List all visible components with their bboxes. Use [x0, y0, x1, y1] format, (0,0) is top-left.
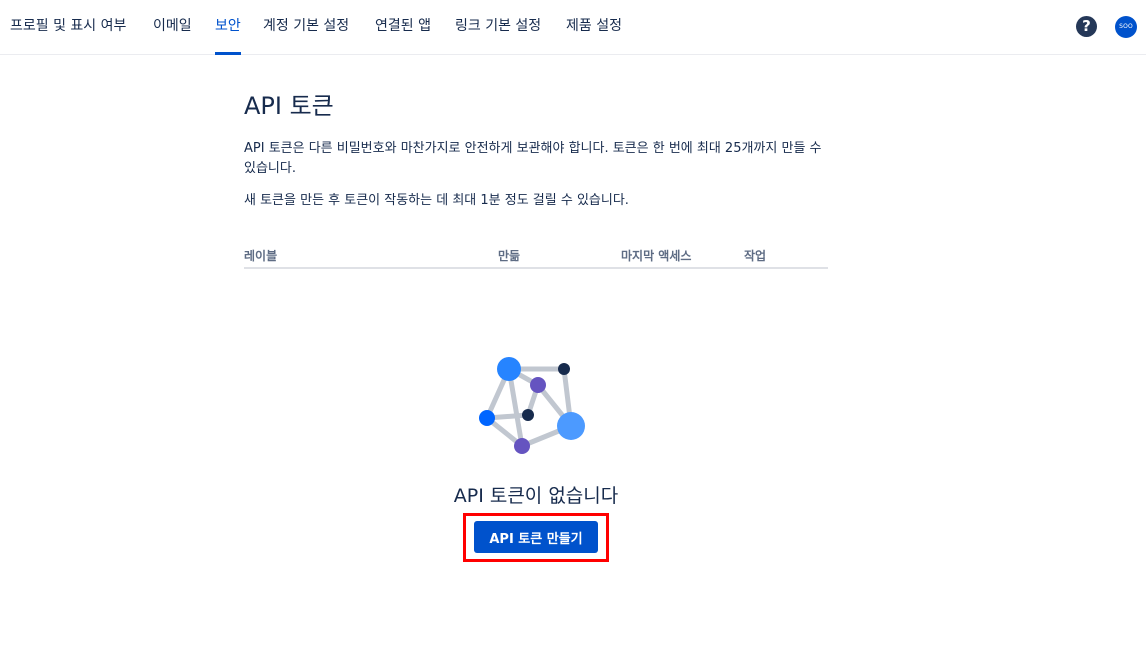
top-navigation: 프로필 및 표시 여부 이메일 보안 계정 기본 설정 연결된 앱 링크 기본 … [0, 0, 1146, 55]
node-purple [530, 377, 546, 393]
node-light-blue [557, 412, 585, 440]
node-blue [479, 410, 495, 426]
tokens-table-header: 레이블 만듦 마지막 액세스 작업 [244, 243, 828, 269]
tab-security[interactable]: 보안 [215, 0, 241, 55]
tab-account-preferences[interactable]: 계정 기본 설정 [263, 0, 349, 55]
node-dark-center [522, 409, 534, 421]
tab-link-preferences[interactable]: 링크 기본 설정 [455, 0, 541, 55]
token-description: API 토큰은 다른 비밀번호와 마찬가지로 안전하게 보관해야 합니다. 토큰… [244, 141, 822, 176]
tab-email[interactable]: 이메일 [153, 0, 192, 55]
create-api-token-button[interactable]: API 토큰 만들기 [474, 521, 598, 553]
node-large-blue [497, 357, 521, 381]
token-activation-note: 새 토큰을 만든 후 토큰이 작동하는 데 최대 1분 정도 걸릴 수 있습니다… [244, 193, 629, 208]
node-purple-bottom [514, 438, 530, 454]
help-icon[interactable]: ? [1076, 16, 1097, 37]
avatar[interactable]: SOO [1115, 16, 1137, 38]
column-header-label: 레이블 [244, 249, 278, 263]
column-header-created: 만듦 [498, 249, 521, 263]
empty-state-title: API 토큰이 없습니다 [453, 485, 619, 507]
page-title: API 토큰 [244, 92, 334, 120]
column-header-actions: 작업 [744, 249, 767, 263]
node-dark [558, 363, 570, 375]
network-illustration [479, 357, 585, 454]
tab-profile-visibility[interactable]: 프로필 및 표시 여부 [10, 0, 126, 55]
tab-product-settings[interactable]: 제품 설정 [566, 0, 622, 55]
column-header-last-accessed: 마지막 액세스 [621, 249, 692, 263]
tab-connected-apps[interactable]: 연결된 앱 [375, 0, 431, 55]
